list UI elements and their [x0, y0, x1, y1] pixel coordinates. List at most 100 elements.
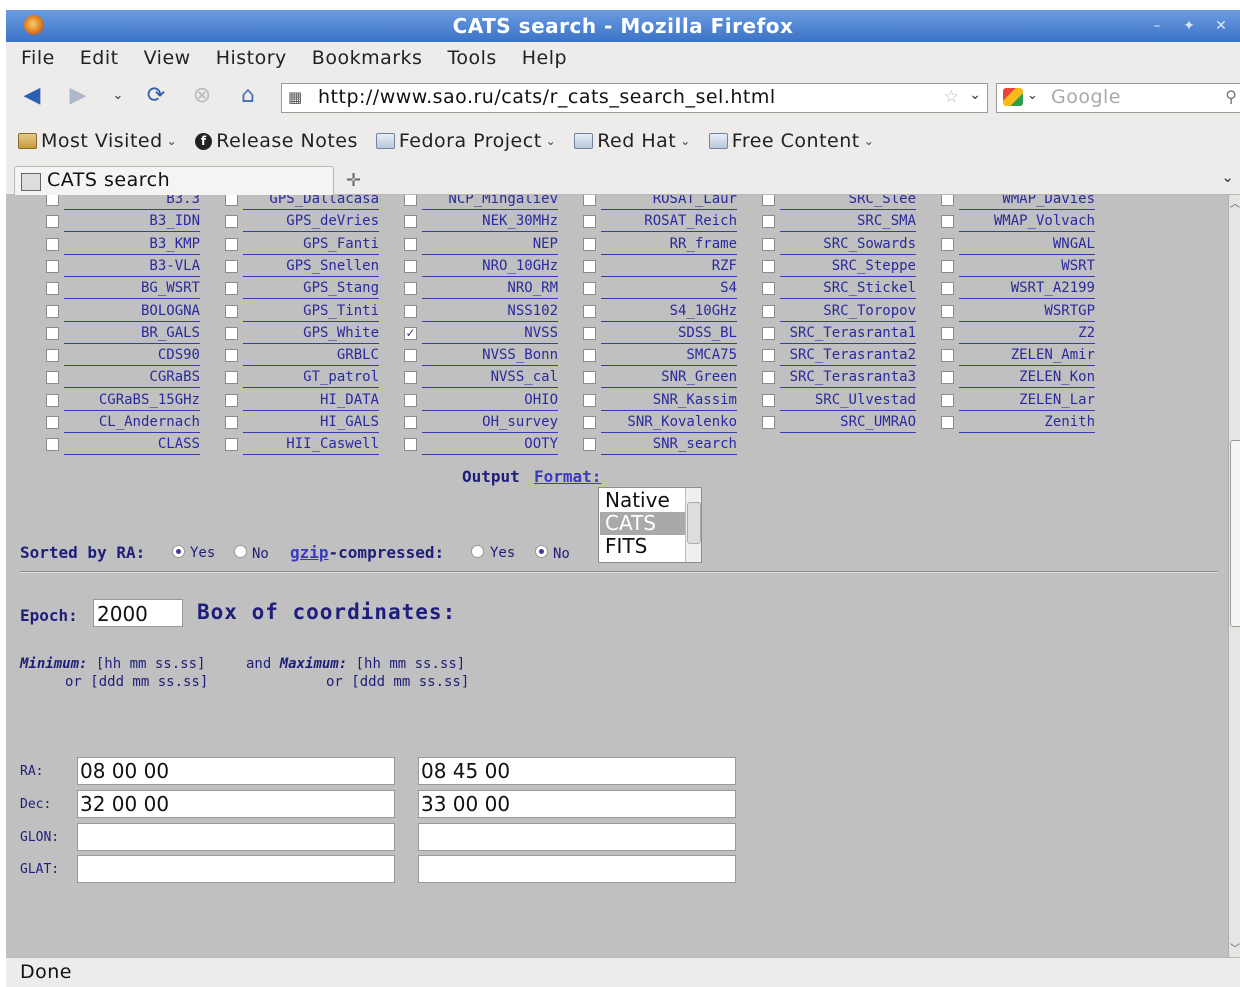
catalog-checkbox[interactable] [762, 282, 775, 296]
catalog-checkbox[interactable] [762, 195, 775, 206]
catalog-checkbox[interactable] [941, 304, 954, 318]
catalog-link[interactable]: ZELEN_Kon [959, 367, 1095, 389]
new-tab-icon[interactable]: ✛ [346, 170, 361, 191]
scroll-up-icon[interactable]: ︿ [1229, 195, 1240, 210]
catalog-link[interactable]: GPS_deVries [243, 211, 379, 233]
catalog-checkbox[interactable] [404, 259, 417, 273]
scroll-thumb[interactable] [1230, 440, 1240, 627]
bookmark-release-notes[interactable]: f Release Notes [195, 130, 358, 152]
catalog-checkbox[interactable] [583, 371, 596, 385]
catalog-checkbox[interactable] [941, 282, 954, 296]
menu-view[interactable]: View [129, 42, 201, 74]
max-ra-input[interactable]: 08 45 00 [418, 757, 736, 785]
catalog-link[interactable]: SNR_Green [601, 367, 737, 389]
catalog-link[interactable]: Zenith [959, 412, 1095, 433]
catalog-link[interactable]: CDS90 [64, 345, 200, 367]
catalog-link[interactable]: SMCA75 [601, 345, 737, 367]
catalog-checkbox[interactable] [941, 237, 954, 251]
listbox-scroll-thumb[interactable] [687, 502, 701, 544]
bookmark-fedora-project[interactable]: Fedora Project ⌄ [375, 130, 556, 152]
tab-cats-search[interactable]: CATS search [14, 166, 334, 195]
catalog-link[interactable]: SDSS_BL [601, 323, 737, 344]
catalog-link[interactable]: NRO_10GHz [422, 256, 558, 277]
close-icon[interactable]: ✕ [1210, 16, 1232, 36]
catalog-checkbox[interactable] [762, 259, 775, 273]
sorted-yes-radio[interactable] [172, 545, 185, 558]
format-option-fits[interactable]: FITS [600, 535, 687, 558]
catalog-link[interactable]: BOLOGNA [64, 301, 200, 322]
catalog-checkbox[interactable] [762, 304, 775, 318]
catalog-link[interactable]: GPS_Snellen [243, 256, 379, 277]
catalog-checkbox[interactable] [941, 215, 954, 229]
catalog-checkbox[interactable] [941, 349, 954, 363]
format-option-cats[interactable]: CATS [600, 512, 687, 535]
sorted-no-radio[interactable] [234, 545, 247, 558]
catalog-checkbox[interactable] [46, 371, 59, 385]
catalog-checkbox[interactable] [941, 195, 954, 206]
catalog-link[interactable]: HI_DATA [243, 390, 379, 411]
catalog-checkbox[interactable] [762, 349, 775, 363]
catalog-link[interactable]: SRC_Ulvestad [780, 390, 916, 411]
catalog-checkbox[interactable] [762, 393, 775, 407]
format-link[interactable]: Format: [534, 467, 601, 486]
catalog-link[interactable]: WNGAL [959, 234, 1095, 255]
catalog-link[interactable]: BR_GALS [64, 323, 200, 344]
catalog-checkbox[interactable] [225, 438, 238, 452]
history-dropdown-icon[interactable]: ⌄ [104, 84, 132, 108]
catalog-checkbox[interactable]: ✓ [404, 326, 417, 340]
catalog-link[interactable]: WSRT [959, 256, 1095, 277]
catalog-checkbox[interactable] [225, 371, 238, 385]
format-option-native[interactable]: Native [600, 489, 687, 512]
catalog-checkbox[interactable] [583, 259, 596, 273]
catalog-link[interactable]: CGRaBS [64, 367, 200, 389]
home-icon[interactable]: ⌂ [234, 84, 262, 108]
catalog-checkbox[interactable] [225, 304, 238, 318]
catalog-link[interactable]: SRC_Slee [780, 195, 916, 210]
catalog-link[interactable]: OOTY [422, 434, 558, 456]
minimize-icon[interactable]: – [1146, 16, 1168, 36]
catalog-link[interactable]: GRBLC [243, 345, 379, 367]
bookmark-red-hat[interactable]: Red Hat ⌄ [574, 130, 691, 152]
catalog-link[interactable]: WMAP_Davies [959, 195, 1095, 210]
catalog-checkbox[interactable] [46, 304, 59, 318]
catalog-link[interactable]: BG_WSRT [64, 278, 200, 300]
catalog-checkbox[interactable] [46, 393, 59, 407]
catalog-checkbox[interactable] [404, 304, 417, 318]
catalog-checkbox[interactable] [225, 416, 238, 429]
catalog-checkbox[interactable] [583, 326, 596, 340]
catalog-checkbox[interactable] [225, 326, 238, 340]
min-ra-input[interactable]: 08 00 00 [77, 757, 395, 785]
catalog-link[interactable]: B3.3 [64, 195, 200, 210]
catalog-checkbox[interactable] [583, 393, 596, 407]
catalog-link[interactable]: RZF [601, 256, 737, 277]
catalog-link[interactable]: GT_patrol [243, 367, 379, 389]
catalog-link[interactable]: ROSAT_Laur [601, 195, 737, 210]
epoch-input[interactable]: 2000 [93, 599, 183, 627]
catalog-link[interactable]: SRC_Terasranta2 [780, 345, 916, 367]
catalog-link[interactable]: NVSS_cal [422, 367, 558, 389]
catalog-checkbox[interactable] [225, 215, 238, 229]
max-glon-input[interactable] [418, 823, 736, 851]
bookmark-free-content[interactable]: Free Content ⌄ [708, 130, 875, 152]
catalog-checkbox[interactable] [46, 282, 59, 296]
catalog-checkbox[interactable] [404, 349, 417, 363]
min-dec-input[interactable]: 32 00 00 [77, 790, 395, 818]
catalog-checkbox[interactable] [762, 371, 775, 385]
catalog-link[interactable]: RR_frame [601, 234, 737, 255]
search-engine-icon[interactable] [1003, 88, 1023, 106]
catalog-link[interactable]: WMAP_Volvach [959, 211, 1095, 233]
catalog-link[interactable]: NEK_30MHz [422, 211, 558, 233]
catalog-checkbox[interactable] [583, 215, 596, 229]
catalog-checkbox[interactable] [762, 237, 775, 251]
url-bar[interactable]: ▦ http://www.sao.ru/cats/r_cats_search_s… [281, 83, 988, 113]
catalog-link[interactable]: SNR_search [601, 434, 737, 456]
catalog-link[interactable]: SNR_Kovalenko [601, 412, 737, 433]
catalog-checkbox[interactable] [583, 304, 596, 318]
stop-icon[interactable]: ⊗ [188, 84, 216, 108]
catalog-checkbox[interactable] [225, 282, 238, 296]
listbox-scrollbar[interactable] [685, 488, 701, 562]
catalog-link[interactable]: GPS_Dallacasa [243, 195, 379, 210]
catalog-link[interactable]: CL_Andernach [64, 412, 200, 433]
catalog-checkbox[interactable] [46, 326, 59, 340]
catalog-link[interactable]: GPS_White [243, 323, 379, 344]
